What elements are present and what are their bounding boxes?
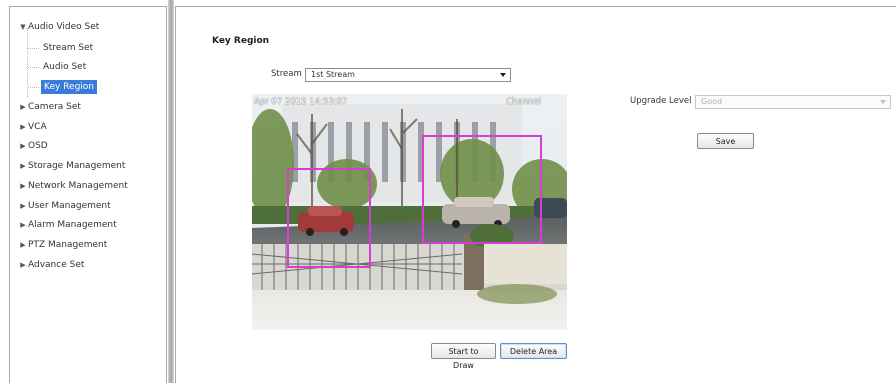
stream-select[interactable]: 1st Stream <box>305 68 511 82</box>
collapsed-arrow-icon: ▶ <box>20 142 26 150</box>
tree-node-label: Advance Set <box>28 260 85 270</box>
video-channel-label: Channel <box>506 97 541 107</box>
save-button[interactable]: Save <box>697 133 754 149</box>
key-region-1[interactable] <box>287 168 371 268</box>
upgrade-level-value: Good <box>701 97 723 106</box>
upgrade-level-select[interactable]: Good <box>695 95 891 109</box>
panel-splitter[interactable] <box>168 0 174 383</box>
collapsed-arrow-icon: ▶ <box>20 123 26 131</box>
tree-node-label: PTZ Management <box>28 240 108 250</box>
tree-node-label: Key Region <box>41 80 97 94</box>
expanded-arrow-icon: ▼ <box>20 23 26 31</box>
tree-node-label: User Management <box>28 201 111 211</box>
collapsed-arrow-icon: ▶ <box>20 182 26 190</box>
upgrade-level-label: Upgrade Level <box>630 96 692 106</box>
tree-node-label: OSD <box>28 141 48 151</box>
key-region-2[interactable] <box>422 135 542 244</box>
tree-node-label: Stream Set <box>43 43 94 53</box>
collapsed-arrow-icon: ▶ <box>20 162 26 170</box>
delete-area-button[interactable]: Delete Area <box>500 343 567 359</box>
video-timestamp: Apr 07 2015 14:53:07 <box>254 97 348 107</box>
tree-node-label: Network Management <box>28 181 128 191</box>
page-title: Key Region <box>212 36 270 46</box>
collapsed-arrow-icon: ▶ <box>20 103 26 111</box>
tree-node-label: Audio Video Set <box>28 22 100 32</box>
chevron-down-icon <box>500 73 506 77</box>
tree-guide-branch <box>28 67 39 68</box>
navigation-sidebar: ▼ Audio Video Set Stream Set Audio Set K… <box>9 6 167 383</box>
chevron-down-icon <box>880 100 886 104</box>
tree-guide-branch <box>28 48 39 49</box>
tree-node-label: Storage Management <box>28 161 126 171</box>
collapsed-arrow-icon: ▶ <box>20 241 26 249</box>
collapsed-arrow-icon: ▶ <box>20 221 26 229</box>
tree-node-label: Camera Set <box>28 102 81 112</box>
tree-guide-branch <box>28 87 39 88</box>
video-preview[interactable]: Apr 07 2015 14:53:07 Channel <box>252 94 567 330</box>
tree-node-label: Audio Set <box>43 62 87 72</box>
collapsed-arrow-icon: ▶ <box>20 202 26 210</box>
stream-label: Stream <box>271 69 302 79</box>
tree-node-label: VCA <box>28 122 47 132</box>
start-to-draw-button[interactable]: Start to Draw <box>431 343 496 370</box>
tree-node-label: Alarm Management <box>28 220 117 230</box>
collapsed-arrow-icon: ▶ <box>20 261 26 269</box>
stream-select-value: 1st Stream <box>311 70 355 79</box>
